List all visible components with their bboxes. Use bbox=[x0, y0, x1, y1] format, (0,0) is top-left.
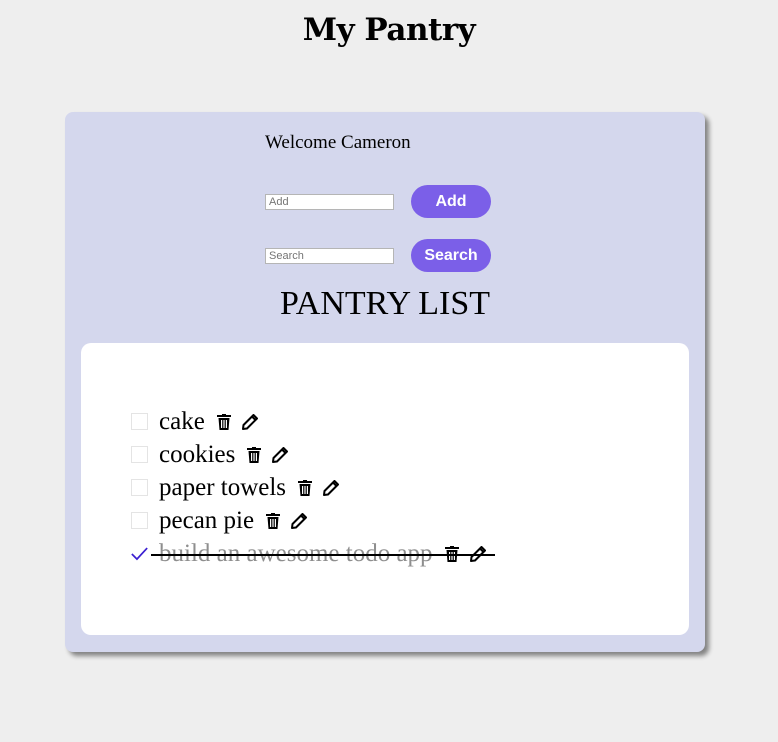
item-checkbox[interactable] bbox=[131, 413, 148, 430]
trash-icon[interactable] bbox=[245, 445, 263, 465]
add-button[interactable]: Add bbox=[411, 185, 491, 218]
item-checkbox[interactable] bbox=[131, 479, 148, 496]
pantry-card: Welcome Cameron Add Search PANTRY LIST c… bbox=[65, 112, 705, 652]
pantry-list-panel: cake cookies paper towels pecan pie buil… bbox=[81, 343, 689, 635]
strikethrough-line bbox=[151, 554, 495, 556]
item-label: cookies bbox=[159, 440, 236, 468]
trash-icon[interactable] bbox=[264, 511, 282, 531]
list-item: pecan pie bbox=[131, 504, 495, 537]
checkmark-icon bbox=[131, 546, 148, 560]
trash-icon[interactable] bbox=[296, 478, 314, 498]
pantry-list: cake cookies paper towels pecan pie buil… bbox=[131, 405, 495, 570]
pencil-icon[interactable] bbox=[271, 445, 289, 465]
welcome-message: Welcome Cameron bbox=[265, 132, 411, 153]
pencil-icon[interactable] bbox=[241, 412, 259, 432]
search-button[interactable]: Search bbox=[411, 239, 491, 272]
list-item: cake bbox=[131, 405, 495, 438]
list-item: cookies bbox=[131, 438, 495, 471]
list-heading: PANTRY LIST bbox=[279, 285, 491, 322]
list-item: paper towels bbox=[131, 471, 495, 504]
app-title: My Pantry bbox=[302, 12, 476, 48]
item-label: cake bbox=[159, 407, 205, 435]
trash-icon[interactable] bbox=[215, 412, 233, 432]
item-label: pecan pie bbox=[159, 506, 255, 534]
item-checkbox[interactable] bbox=[131, 446, 148, 463]
search-input[interactable] bbox=[265, 248, 394, 264]
pencil-icon[interactable] bbox=[322, 478, 340, 498]
item-checkbox[interactable] bbox=[131, 512, 148, 529]
item-label: paper towels bbox=[159, 473, 287, 501]
list-item-completed: build an awesome todo app bbox=[131, 537, 495, 570]
pencil-icon[interactable] bbox=[290, 511, 308, 531]
item-checkbox[interactable] bbox=[131, 545, 148, 562]
add-input[interactable] bbox=[265, 194, 394, 210]
